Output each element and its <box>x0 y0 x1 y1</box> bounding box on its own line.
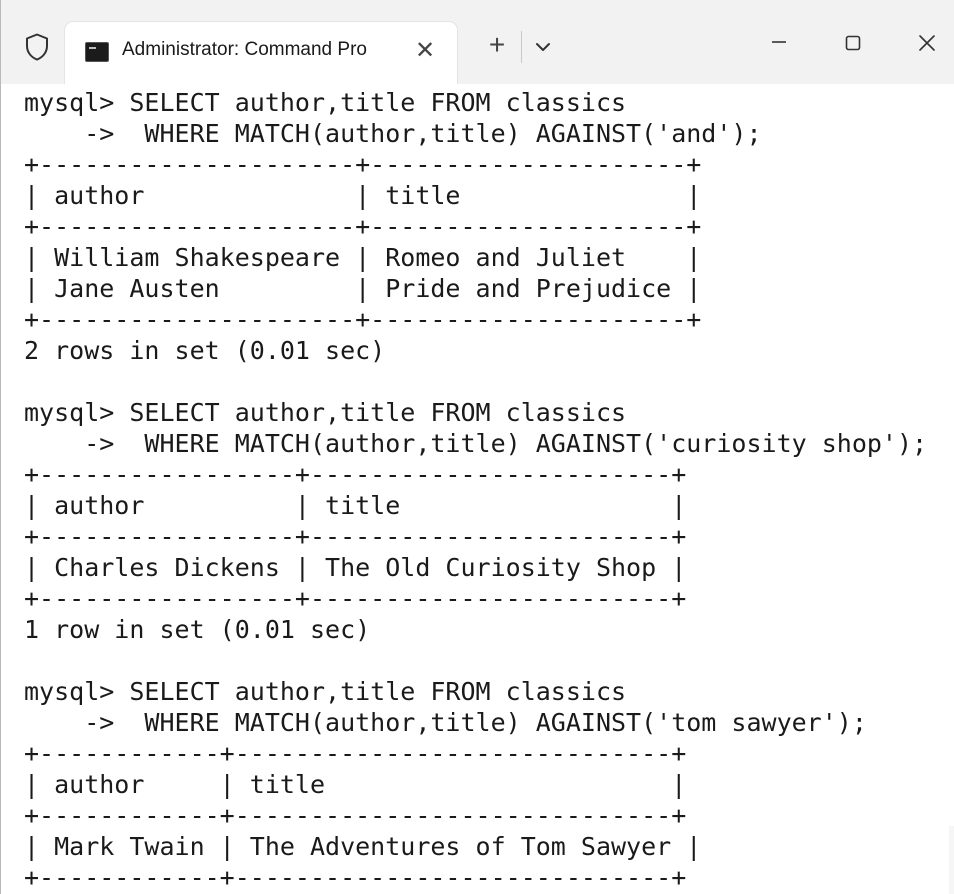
console-line: mysql> SELECT author,title FROM classics <box>24 398 627 427</box>
console-line: 1 row in set (0.01 sec) <box>24 615 371 644</box>
shield-icon[interactable] <box>25 33 49 61</box>
console-output[interactable]: mysql> SELECT author,title FROM classics… <box>1 84 954 894</box>
maximize-icon[interactable] <box>827 22 879 66</box>
console-line: -> WHERE MATCH(author,title) AGAINST('an… <box>24 119 762 148</box>
console-line: +------------+--------------------------… <box>24 863 687 892</box>
console-line: +---------------------+-----------------… <box>24 212 702 241</box>
tab-close-icon[interactable]: ✕ <box>407 31 443 71</box>
tab-command-prompt[interactable]: Administrator: Command Pro ✕ <box>65 22 457 84</box>
console-line: | author | title | <box>24 770 687 799</box>
console-line: | William Shakespeare | Romeo and Juliet… <box>24 243 702 272</box>
console-line: +-----------------+---------------------… <box>24 460 687 489</box>
console-line: +---------------------+-----------------… <box>24 305 702 334</box>
chevron-down-icon[interactable] <box>527 29 559 65</box>
console-line: +-----------------+---------------------… <box>24 522 687 551</box>
close-icon[interactable] <box>901 22 953 66</box>
console-line: mysql> SELECT author,title FROM classics <box>24 677 627 706</box>
tab-separator <box>521 31 522 63</box>
terminal-icon <box>85 42 109 62</box>
console-line: mysql> SELECT author,title FROM classics <box>24 88 627 117</box>
console-line: | author | title | <box>24 181 702 210</box>
new-tab-button[interactable]: + <box>477 25 517 65</box>
console-line: | Mark Twain | The Adventures of Tom Saw… <box>24 832 702 861</box>
scrollbar[interactable] <box>949 826 954 894</box>
minimize-icon[interactable] <box>753 22 805 66</box>
console-line: +---------------------+-----------------… <box>24 150 702 179</box>
console-line: +-----------------+---------------------… <box>24 584 687 613</box>
console-line: 2 rows in set (0.01 sec) <box>24 336 386 365</box>
console-line: | author | title | <box>24 491 687 520</box>
console-line: -> WHERE MATCH(author,title) AGAINST('cu… <box>24 429 928 458</box>
console-line: +------------+--------------------------… <box>24 801 687 830</box>
console-line: | Charles Dickens | The Old Curiosity Sh… <box>24 553 687 582</box>
tab-title: Administrator: Command Pro <box>122 39 367 60</box>
title-bar: Administrator: Command Pro ✕ + <box>1 0 954 84</box>
console-line: | Jane Austen | Pride and Prejudice | <box>24 274 702 303</box>
terminal-window: Administrator: Command Pro ✕ + mysql> SE… <box>0 0 954 894</box>
console-line: +------------+--------------------------… <box>24 739 687 768</box>
console-line: -> WHERE MATCH(author,title) AGAINST('to… <box>24 708 867 737</box>
